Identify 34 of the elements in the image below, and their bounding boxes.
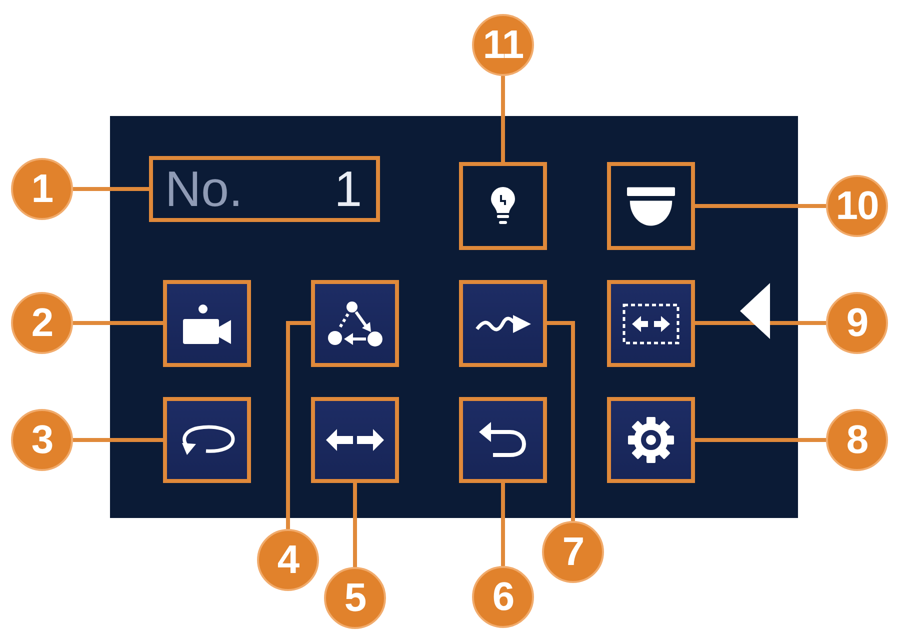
video-camera-icon xyxy=(183,304,231,344)
dome-camera-icon xyxy=(627,186,675,226)
settings-icon xyxy=(628,417,674,463)
lightbulb-button[interactable] xyxy=(459,162,547,250)
callout-marker: 10 xyxy=(826,175,888,237)
callout-marker: 6 xyxy=(472,566,534,628)
callout-marker: 8 xyxy=(826,409,888,471)
callout-marker: 2 xyxy=(11,292,73,354)
callout-marker: 1 xyxy=(11,158,73,220)
video-camera-button[interactable] xyxy=(163,280,251,367)
callout-marker: 3 xyxy=(11,409,73,471)
dashed-frame-button[interactable] xyxy=(607,280,695,367)
left-right-arrow-icon xyxy=(326,429,384,451)
back-arrow-icon xyxy=(479,422,527,458)
wavy-arrow-icon xyxy=(475,312,531,334)
back-arrow-button[interactable] xyxy=(459,397,547,483)
connected-nodes-icon xyxy=(327,300,383,346)
field-label: No. xyxy=(165,164,243,214)
callout-marker: 5 xyxy=(324,567,386,629)
settings-button[interactable] xyxy=(607,397,695,483)
channel-number-field[interactable]: No. 1 xyxy=(149,156,380,222)
left-right-arrow-button[interactable] xyxy=(311,397,399,483)
callout-marker: 4 xyxy=(257,529,319,591)
lightbulb-icon xyxy=(490,187,516,225)
left-triangle-icon[interactable] xyxy=(740,283,770,339)
field-value: 1 xyxy=(334,164,362,214)
callout-marker: 11 xyxy=(472,14,534,76)
callout-marker: 7 xyxy=(542,521,604,583)
dome-camera-button[interactable] xyxy=(607,162,695,250)
dashed-frame-arrows-icon xyxy=(622,302,680,344)
wavy-arrow-button[interactable] xyxy=(459,280,547,367)
callout-marker: 9 xyxy=(826,292,888,354)
connected-nodes-button[interactable] xyxy=(311,280,399,367)
loop-arrow-button[interactable] xyxy=(163,397,251,483)
